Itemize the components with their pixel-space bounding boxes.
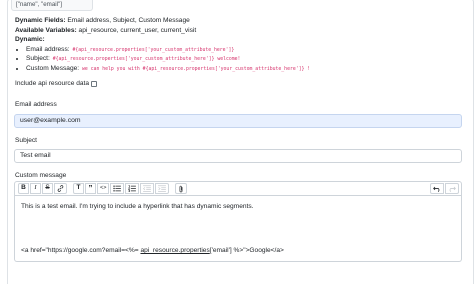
dynamic-fields-label: Dynamic Fields: (15, 17, 66, 24)
editor-link-line: <a href="https://google.com?email=<%= ap… (21, 247, 455, 255)
indent-icon (158, 185, 167, 192)
list-item: Email address: #{api_resource.properties… (26, 46, 465, 56)
list-item: Custom Message: we can help you with #{a… (26, 65, 465, 75)
available-variables-value: api_resource, current_user, current_visi… (76, 26, 197, 34)
link-icon (57, 185, 64, 192)
include-api-data-label: Include api resource data (15, 80, 90, 87)
bold-button[interactable]: B (18, 183, 29, 194)
numbered-list-button[interactable] (125, 183, 140, 194)
dynamic-fields-value: Email address, Subject, Custom Message (65, 17, 190, 24)
quote-button[interactable]: ” (85, 183, 96, 194)
email-field[interactable]: user@example.com (14, 114, 462, 128)
paperclip-icon (180, 185, 183, 192)
list-item-label: Subject: (26, 55, 50, 62)
list-item-code: we can help you with #{api_resource.prop… (79, 66, 311, 72)
custom-message-label: Custom message (15, 172, 67, 179)
link-button[interactable] (54, 183, 67, 194)
available-variables-line: Available Variables: api_resource, curre… (15, 27, 465, 37)
redo-button[interactable] (445, 183, 459, 194)
editor-body-text: This is a test email. I'm trying to incl… (21, 203, 254, 210)
code-icon: <> (100, 185, 107, 192)
increase-indent-button[interactable] (155, 183, 170, 194)
dynamic-heading: Dynamic: (15, 36, 465, 46)
bullet-list-icon (113, 185, 122, 192)
bullet-list-button[interactable] (110, 183, 125, 194)
dynamic-label: Dynamic: (15, 36, 45, 43)
subject-label: Subject (15, 137, 37, 144)
heading-button[interactable]: T (73, 183, 84, 194)
list-item-code: #{api_resource.properties['your_custom_a… (69, 47, 235, 53)
strikethrough-button[interactable]: S (42, 183, 53, 194)
decrease-indent-button[interactable] (140, 183, 155, 194)
list-item-label: Custom Message: (26, 64, 80, 72)
dynamic-list: Email address: #{api_resource.properties… (15, 46, 465, 75)
custom-message-editor[interactable]: This is a test email. I'm trying to incl… (14, 196, 462, 262)
numbered-list-icon (128, 185, 137, 192)
list-item-label: Email address: (26, 45, 70, 53)
quote-icon: ” (88, 183, 93, 193)
include-api-data-checkbox[interactable] (91, 81, 98, 88)
link-suffix: ['email'] %>">Google</a> (209, 247, 284, 254)
available-variables-label: Available Variables: (15, 26, 77, 34)
fields-code-snippet: ["name", "email"] (11, 0, 93, 11)
italic-button[interactable]: I (30, 183, 41, 194)
include-api-data-row: Include api resource data (15, 80, 98, 88)
redo-icon (449, 186, 456, 192)
heading-icon: T (76, 184, 81, 192)
undo-icon (433, 186, 440, 192)
code-button[interactable]: <> (97, 183, 110, 194)
link-underlined: api_resource.properties (140, 247, 210, 254)
email-label: Email address (15, 101, 57, 108)
dynamic-fields-info: Dynamic Fields: Email address, Subject, … (15, 17, 465, 74)
list-item: Subject: #{api_resource.properties['your… (26, 55, 465, 65)
undo-button[interactable] (430, 183, 444, 194)
dynamic-fields-line: Dynamic Fields: Email address, Subject, … (15, 17, 465, 27)
list-item-code: #{api_resource.properties['your_custom_a… (49, 57, 241, 62)
subject-field[interactable]: Test email (14, 149, 462, 163)
link-prefix: <a href="https://google.com?email=<%= (21, 247, 141, 254)
editor-toolbar: B I S T ” <> (14, 181, 462, 196)
attach-file-button[interactable] (175, 183, 188, 194)
outdent-icon (143, 185, 152, 192)
